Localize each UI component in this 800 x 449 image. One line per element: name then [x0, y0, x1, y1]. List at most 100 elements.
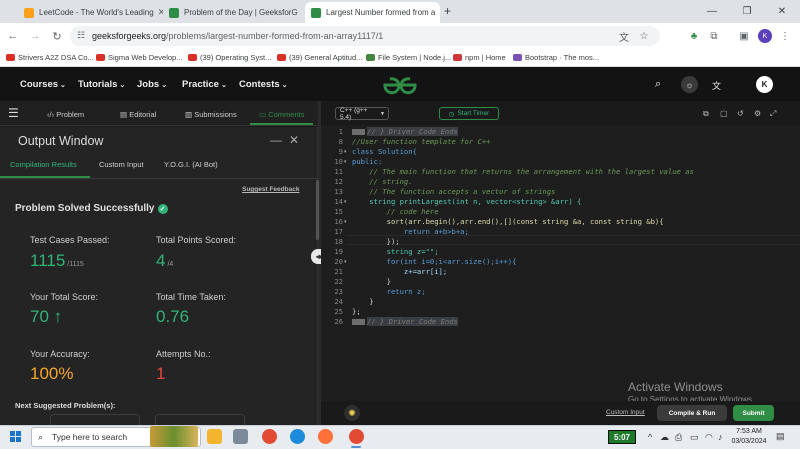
fold-chevron-icon[interactable]: ▾	[344, 219, 347, 225]
tab-compilation-results[interactable]: Compilation Results	[10, 160, 77, 169]
firefox-icon[interactable]	[318, 429, 333, 444]
reset-icon[interactable]: ↺	[737, 109, 744, 118]
profile-avatar[interactable]: K	[758, 29, 772, 43]
code-line[interactable]: return a+b>b+a;	[352, 227, 469, 236]
bookmark-item[interactable]: File System | Node.j...	[366, 53, 451, 62]
suggested-problem-card[interactable]	[50, 414, 140, 425]
nav-jobs[interactable]: Jobs ⌄	[137, 79, 167, 90]
file-explorer-icon[interactable]	[207, 429, 222, 444]
code-line[interactable]: for(int i=0;i<arr.size();i++){	[352, 257, 517, 266]
settings-icon[interactable]: ⚙	[754, 109, 761, 118]
chrome-active-icon[interactable]	[349, 429, 364, 444]
theme-toggle-icon[interactable]: ☼	[681, 76, 698, 93]
translate-icon[interactable]: 文	[712, 79, 721, 92]
volume-icon[interactable]: ♪	[718, 432, 723, 442]
folded-region-icon[interactable]	[352, 319, 365, 325]
code-line[interactable]: z+=arr[i];	[352, 267, 447, 276]
system-clock[interactable]: 7:53 AM 03/03/2024	[730, 427, 768, 447]
lightbulb-icon[interactable]: ✺	[344, 405, 360, 421]
code-line[interactable]: // } Driver Code Ends	[352, 127, 458, 136]
fold-chevron-icon[interactable]: ▾	[344, 259, 347, 265]
menu-hamburger-icon[interactable]: ☰	[8, 106, 19, 120]
wifi-icon[interactable]: ◠	[705, 432, 713, 443]
extension-icon[interactable]: ♣	[687, 29, 701, 43]
code-line[interactable]: // code here	[352, 207, 439, 216]
bookmark-item[interactable]: npm | Home	[453, 53, 506, 62]
code-line[interactable]: string printLargest(int n, vector<string…	[352, 197, 581, 206]
fold-chevron-icon[interactable]: ▾	[344, 159, 347, 165]
code-line[interactable]: // The main function that returns the ar…	[352, 167, 694, 176]
close-icon[interactable]: ✕	[289, 133, 299, 147]
code-line[interactable]: }	[352, 297, 373, 306]
expand-icon[interactable]: ▢	[720, 109, 728, 118]
code-line[interactable]: });	[352, 237, 400, 246]
code-line[interactable]: }	[352, 277, 391, 286]
reload-icon[interactable]: ↻	[49, 28, 65, 44]
side-panel-icon[interactable]: ▣	[737, 29, 751, 43]
close-icon[interactable]: ✕	[298, 7, 303, 18]
bookmark-item[interactable]: Sigma Web Develop...	[96, 53, 182, 62]
fold-chevron-icon[interactable]: ▾	[344, 149, 347, 155]
tab-submissions[interactable]: ▥ Submissions	[185, 110, 237, 119]
new-tab-button[interactable]: +	[444, 4, 451, 18]
code-line[interactable]: public:	[352, 157, 382, 166]
code-line[interactable]: string z="";	[352, 247, 439, 256]
restore-icon[interactable]: ❐	[730, 0, 764, 23]
tab-comments[interactable]: ▭ Comments	[259, 110, 304, 119]
browser-tab-leetcode[interactable]: LeetCode - The World's Leading ✕	[18, 2, 163, 23]
user-avatar[interactable]: K	[756, 76, 773, 93]
browser-tab-potd[interactable]: Problem of the Day | GeeksforG ✕	[163, 2, 303, 23]
code-line[interactable]: // string.	[352, 177, 412, 186]
windows-start-icon[interactable]	[10, 431, 21, 442]
bookmark-star-icon[interactable]: ☆	[637, 29, 651, 43]
chrome-icon[interactable]	[262, 429, 277, 444]
tab-editorial[interactable]: ▤ Editorial	[120, 110, 156, 119]
close-icon[interactable]: ✕	[154, 7, 163, 18]
extensions-puzzle-icon[interactable]: ⧉	[707, 29, 721, 43]
fullscreen-icon[interactable]: ⤢	[770, 109, 776, 119]
suggested-problem-card[interactable]	[155, 414, 245, 425]
printer-icon[interactable]: ⎙	[675, 432, 682, 443]
compile-run-button[interactable]: Compile & Run	[657, 405, 727, 421]
translate-icon[interactable]: 文	[617, 29, 631, 44]
code-line[interactable]: //User function template for C++	[352, 137, 490, 146]
camera-app-icon[interactable]	[233, 429, 248, 444]
code-line[interactable]: class Solution{	[352, 147, 417, 156]
code-line[interactable]: // The function accepts a vector of stri…	[352, 187, 555, 196]
site-info-icon[interactable]: ☷	[77, 30, 85, 41]
edge-icon[interactable]	[290, 429, 305, 444]
nav-courses[interactable]: Courses ⌄	[20, 79, 66, 90]
folded-region-icon[interactable]	[352, 129, 365, 135]
copy-icon[interactable]: ⧉	[703, 109, 709, 119]
address-bar[interactable]: ☷ geeksforgeeks.org/problems/largest-num…	[70, 26, 660, 46]
minimize-icon[interactable]: —	[270, 133, 282, 147]
timer-badge[interactable]: 5:07	[608, 430, 636, 444]
code-line[interactable]: sort(arr.begin(),arr.end(),[](const stri…	[352, 217, 664, 226]
tab-custom-input[interactable]: Custom Input	[99, 160, 144, 169]
browser-menu-icon[interactable]: ⋮	[778, 29, 792, 43]
notifications-icon[interactable]: ▤	[776, 431, 785, 442]
back-icon[interactable]: ←	[5, 28, 21, 44]
bookmark-item[interactable]: (39) General Aptitud...	[277, 53, 362, 62]
suggest-feedback-link[interactable]: Suggest Feedback	[242, 186, 299, 193]
window-close-icon[interactable]: ✕	[765, 0, 799, 23]
tab-yogi-ai-bot[interactable]: Y.O.G.I. (AI Bot)	[164, 160, 218, 169]
search-icon[interactable]: ⌕	[655, 78, 661, 91]
language-select[interactable]: C++ (g++ 5.4) ▼	[335, 107, 389, 121]
code-line[interactable]: // } Driver Code Ends	[352, 317, 458, 326]
start-timer-button[interactable]: ◷ Start Timer	[439, 107, 499, 120]
bookmark-item[interactable]: Strivers A2Z DSA Co...	[6, 53, 94, 62]
battery-icon[interactable]: ▭	[690, 432, 699, 443]
code-line[interactable]: };	[352, 307, 361, 316]
browser-tab-active[interactable]: Largest Number formed from a ✕	[305, 2, 440, 23]
forward-icon[interactable]: →	[27, 28, 43, 44]
cloud-icon[interactable]: ☁	[660, 432, 669, 443]
nav-contests[interactable]: Contests ⌄	[239, 79, 288, 90]
nav-tutorials[interactable]: Tutorials ⌄	[78, 79, 125, 90]
close-icon[interactable]: ✕	[435, 7, 440, 18]
tab-problem[interactable]: ‹/› Problem	[47, 110, 84, 119]
chevron-up-icon[interactable]: ^	[648, 432, 652, 442]
gfg-logo-icon[interactable]	[382, 75, 418, 95]
nav-practice[interactable]: Practice ⌄	[182, 79, 227, 90]
bookmark-item[interactable]: (39) Operating Syst...	[188, 53, 271, 62]
